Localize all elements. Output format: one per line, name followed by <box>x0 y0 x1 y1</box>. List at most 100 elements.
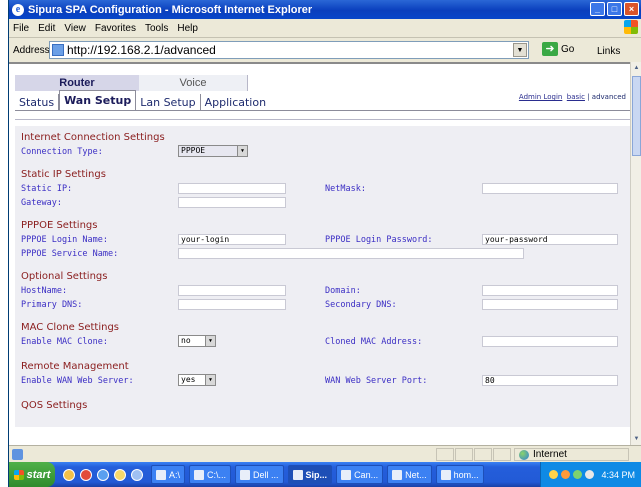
gateway-input[interactable] <box>178 197 286 208</box>
subtab-status[interactable]: Status <box>15 94 60 110</box>
chevron-down-icon[interactable]: ▼ <box>513 43 527 57</box>
form-row: Enable MAC Clone: no ▼ Cloned MAC Addres… <box>15 335 630 351</box>
domain-input[interactable] <box>482 285 618 296</box>
tab-voice[interactable]: Voice <box>139 75 248 91</box>
taskbar-item[interactable]: C:\... <box>189 465 232 484</box>
admin-separator: | <box>587 93 590 101</box>
minimize-button[interactable]: _ <box>590 2 605 16</box>
taskbar-item[interactable]: Dell ... <box>235 465 284 484</box>
status-cell <box>436 448 454 461</box>
quicklaunch-icon[interactable] <box>63 468 75 481</box>
admin-login-link[interactable]: Admin Login <box>519 93 562 101</box>
netmask-input[interactable] <box>482 183 618 194</box>
enable-mac-clone-value: no <box>181 336 191 345</box>
quicklaunch-icon[interactable] <box>80 468 92 481</box>
scroll-down-icon[interactable]: ▼ <box>631 433 641 445</box>
taskbar-item[interactable]: A:\ <box>151 465 186 484</box>
page-content: Router Voice Status Wan Setup Lan Setup … <box>9 62 630 445</box>
pppoe-password-input[interactable]: your-password <box>482 234 618 245</box>
go-button[interactable]: ➜ Go <box>542 42 574 56</box>
menu-file[interactable]: File <box>13 23 29 34</box>
taskbar-item-active[interactable]: Sip... <box>287 465 333 484</box>
primary-dns-input[interactable] <box>178 299 286 310</box>
subtab-bar: Status Wan Setup Lan Setup Application <box>15 90 270 111</box>
start-button[interactable]: start <box>9 462 55 487</box>
scrollbar-thumb[interactable] <box>632 76 641 156</box>
menu-help[interactable]: Help <box>177 23 198 34</box>
title-bar[interactable]: e Sipura SPA Configuration - Microsoft I… <box>9 0 641 19</box>
chevron-down-icon: ▼ <box>237 146 247 156</box>
form-row: PPPOE Login Name: your-login PPPOE Login… <box>15 233 630 247</box>
tray-icon[interactable] <box>561 470 571 479</box>
menu-view[interactable]: View <box>64 23 86 34</box>
pppoe-service-name-input[interactable] <box>178 248 524 259</box>
scroll-up-icon[interactable]: ▲ <box>631 62 641 74</box>
secondary-dns-input[interactable] <box>482 299 618 310</box>
subtab-wan-setup[interactable]: Wan Setup <box>59 90 137 111</box>
links-button[interactable]: Links <box>597 46 620 57</box>
quick-launch <box>63 468 143 481</box>
pppoe-login-name-input[interactable]: your-login <box>178 234 286 245</box>
tray-icon[interactable] <box>549 470 559 479</box>
advanced-link[interactable]: advanced <box>592 93 626 101</box>
wan-web-server-port-input[interactable]: 80 <box>482 375 618 386</box>
address-url: http://192.168.2.1/advanced <box>67 43 216 57</box>
quicklaunch-icon[interactable] <box>131 468 143 481</box>
basic-link[interactable]: basic <box>567 93 585 101</box>
menu-favorites[interactable]: Favorites <box>95 23 136 34</box>
vertical-scrollbar[interactable]: ▲ ▼ <box>630 62 641 445</box>
cloned-mac-input[interactable] <box>482 336 618 347</box>
connection-type-select[interactable]: PPPOE ▼ <box>178 145 248 157</box>
quicklaunch-icon[interactable] <box>97 468 109 481</box>
address-input[interactable]: http://192.168.2.1/advanced ▼ <box>49 41 529 59</box>
windows-logo-icon <box>13 469 24 480</box>
close-button[interactable]: × <box>624 2 639 16</box>
folder-icon <box>156 469 166 480</box>
globe-icon <box>519 449 529 460</box>
domain-label: Domain: <box>325 286 361 296</box>
subtab-application[interactable]: Application <box>201 94 270 110</box>
status-cell <box>493 448 511 461</box>
go-arrow-icon: ➜ <box>542 42 558 56</box>
subtab-lan-setup[interactable]: Lan Setup <box>136 94 201 110</box>
chevron-down-icon: ▼ <box>205 336 215 346</box>
quicklaunch-icon[interactable] <box>114 468 126 481</box>
hostname-label: HostName: <box>21 286 68 296</box>
form-row: Primary DNS: Secondary DNS: <box>15 298 630 312</box>
form-row: Gateway: <box>15 196 630 210</box>
tab-router[interactable]: Router <box>15 75 139 91</box>
menu-tools[interactable]: Tools <box>145 23 168 34</box>
pppoe-login-name-label: PPPOE Login Name: <box>21 235 108 245</box>
tray-icon[interactable] <box>573 470 583 479</box>
console-icon <box>194 469 205 480</box>
admin-links: Admin Login basic | advanced <box>519 93 626 101</box>
security-zone: Internet <box>514 448 629 461</box>
enable-wan-web-server-select[interactable]: yes ▼ <box>178 374 216 386</box>
page-header: Router Voice Status Wan Setup Lan Setup … <box>9 64 630 120</box>
taskbar-item[interactable]: Can... <box>336 465 384 484</box>
window-title: Sipura SPA Configuration - Microsoft Int… <box>28 3 313 16</box>
address-label: Address <box>13 44 50 56</box>
taskbar-item[interactable]: Net... <box>387 465 432 484</box>
status-cell <box>455 448 473 461</box>
enable-wan-web-server-label: Enable WAN Web Server: <box>21 376 134 386</box>
static-ip-input[interactable] <box>178 183 286 194</box>
page-status-icon <box>12 449 23 460</box>
maximize-button[interactable]: □ <box>607 2 622 16</box>
wan-web-server-port-label: WAN Web Server Port: <box>325 376 428 386</box>
status-cell <box>474 448 492 461</box>
ie-icon <box>292 469 303 480</box>
browser-window: e Sipura SPA Configuration - Microsoft I… <box>8 0 641 487</box>
enable-mac-clone-select[interactable]: no ▼ <box>178 335 216 347</box>
address-bar: Address http://192.168.2.1/advanced ▼ ➜ … <box>9 38 641 62</box>
window-controls: _ □ × <box>590 2 639 16</box>
start-label: start <box>26 468 51 481</box>
network-icon <box>392 469 403 480</box>
taskbar-item[interactable]: hom... <box>435 465 484 484</box>
form-row: PPPOE Service Name: <box>15 247 630 261</box>
menu-edit[interactable]: Edit <box>38 23 55 34</box>
secondary-dns-label: Secondary DNS: <box>325 300 397 310</box>
tray-icon[interactable] <box>585 470 595 479</box>
hostname-input[interactable] <box>178 285 286 296</box>
section-title-internet: Internet Connection Settings <box>21 132 165 143</box>
